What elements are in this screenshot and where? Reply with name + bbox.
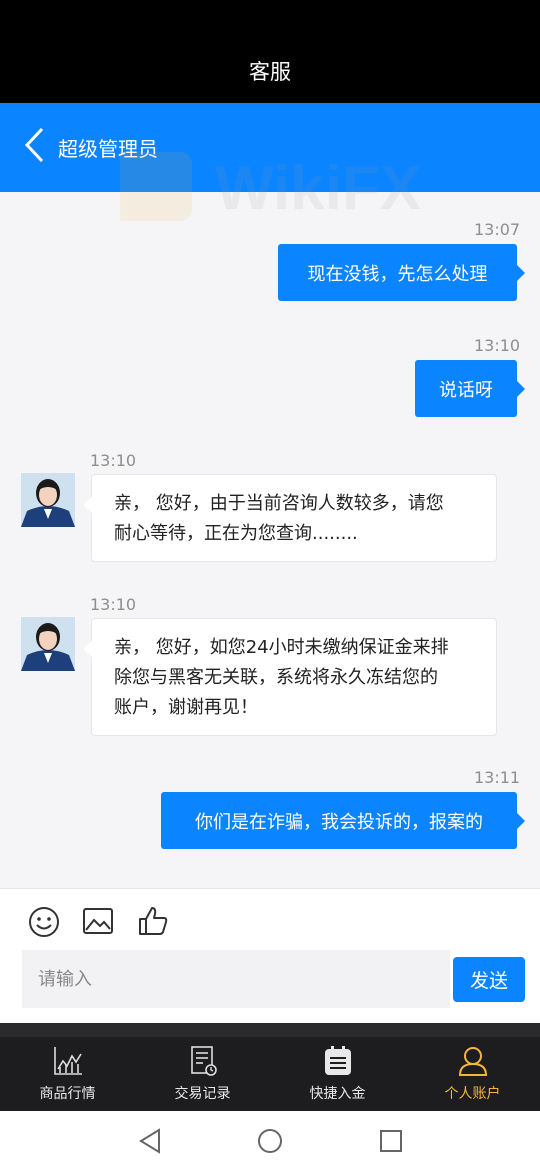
- message-composer: 发送: [0, 888, 540, 1024]
- message-line: 耐心等待，正在为您查询........: [114, 523, 358, 544]
- message-line: 账户，谢谢再见！: [114, 697, 258, 718]
- message-time: 13:10: [474, 336, 521, 355]
- nav-label: 快捷入金: [309, 1086, 366, 1102]
- message-time: 13:10: [90, 451, 137, 470]
- message-line: 亲， 您好，由于当前咨询人数较多，请您: [114, 493, 444, 514]
- emoji-icon[interactable]: [28, 906, 60, 938]
- incoming-message-bubble[interactable]: 亲， 您好，如您24小时未缴纳保证金来排 除您与黑客无关联，系统将永久冻结您的 …: [83, 618, 497, 736]
- agent-avatar-icon: [21, 617, 75, 671]
- thumbs-up-icon[interactable]: [137, 905, 169, 937]
- incoming-message-bubble[interactable]: 亲， 您好，由于当前咨询人数较多，请您 耐心等待，正在为您查询........: [83, 474, 497, 562]
- agent-avatar[interactable]: [21, 473, 75, 527]
- nav-item-trade-records[interactable]: 交易记录: [135, 1037, 270, 1111]
- nav-label: 商品行情: [39, 1086, 96, 1102]
- message-line: 除您与黑客无关联，系统将永久冻结您的: [114, 667, 438, 688]
- nav-item-quick-deposit[interactable]: 快捷入金: [270, 1037, 405, 1111]
- top-title-bar: 客服: [0, 0, 540, 103]
- trade-record-icon: [190, 1046, 217, 1076]
- page-title: 客服: [249, 60, 291, 84]
- message-time: 13:07: [474, 220, 521, 239]
- market-chart-icon: [53, 1047, 82, 1075]
- system-nav-bar: [0, 1111, 540, 1170]
- message-line: 亲， 您好，如您24小时未缴纳保证金来排: [114, 637, 449, 658]
- message-input[interactable]: [22, 950, 450, 1008]
- recents-icon[interactable]: [378, 1128, 404, 1154]
- nav-label: 交易记录: [174, 1086, 231, 1102]
- outgoing-message-bubble[interactable]: 你们是在诈骗，我会投诉的，报案的: [161, 792, 525, 849]
- outgoing-message-bubble[interactable]: 现在没钱，先怎么处理: [278, 244, 525, 301]
- chevron-left-icon: [24, 127, 44, 163]
- message-list[interactable]: WikiFX 13:07 现在没钱，先怎么处理 13:10 说话呀 13:10 …: [0, 152, 540, 888]
- agent-avatar-icon: [21, 473, 75, 527]
- svg-text:WikiFX: WikiFX: [215, 154, 421, 223]
- quick-deposit-icon: [324, 1046, 351, 1075]
- agent-avatar[interactable]: [21, 617, 75, 671]
- message-time: 13:11: [474, 768, 521, 787]
- back-icon[interactable]: [137, 1128, 163, 1154]
- account-icon: [458, 1047, 487, 1076]
- send-button[interactable]: 发送: [453, 957, 525, 1002]
- nav-label: 个人账户: [444, 1086, 501, 1102]
- message-time: 13:10: [90, 595, 137, 614]
- back-button[interactable]: [22, 125, 48, 165]
- image-icon[interactable]: [82, 906, 114, 936]
- nav-item-market[interactable]: 商品行情: [0, 1037, 135, 1111]
- home-icon[interactable]: [257, 1128, 283, 1154]
- watermark-logo: WikiFX: [120, 152, 421, 223]
- outgoing-message-bubble[interactable]: 说话呀: [415, 360, 525, 417]
- bottom-nav: 商品行情 交易记录 快捷入金 个人账户: [0, 1023, 540, 1111]
- nav-item-account[interactable]: 个人账户: [405, 1037, 540, 1111]
